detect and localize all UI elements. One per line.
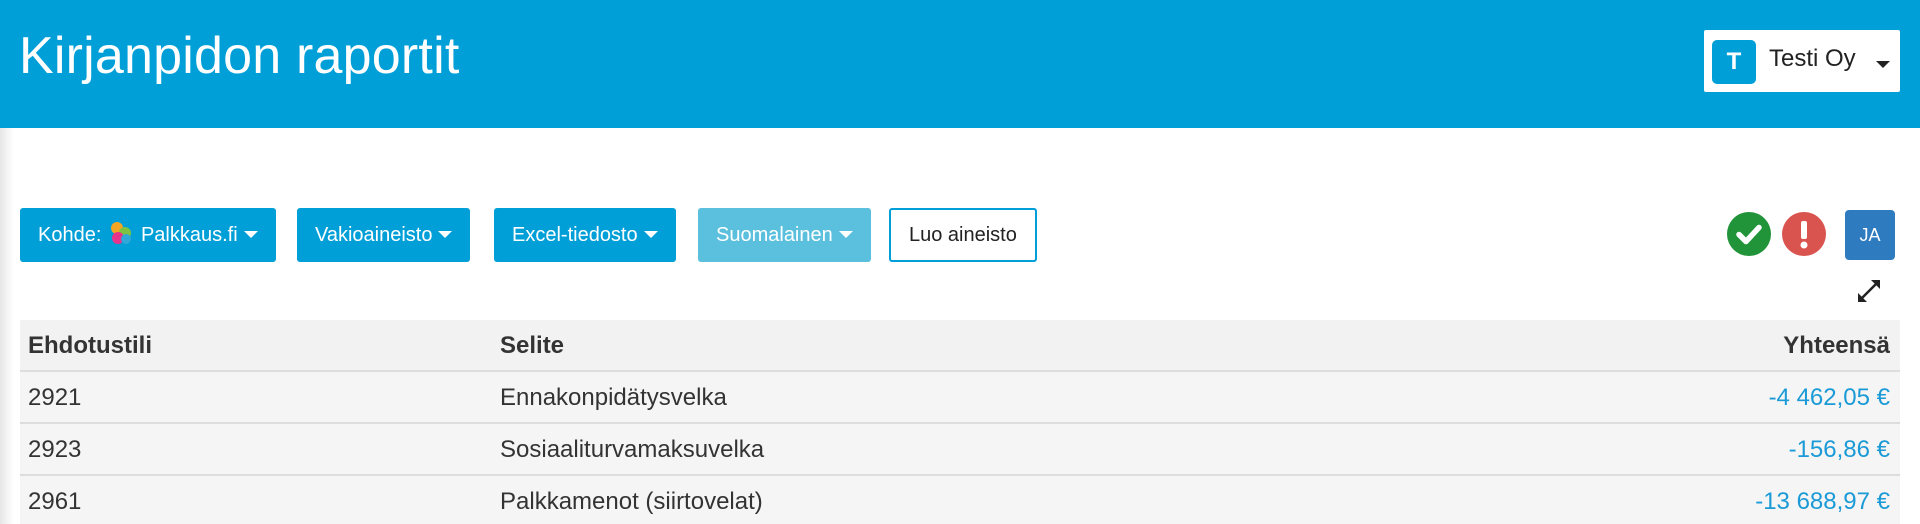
expand-icon[interactable] (1856, 278, 1882, 304)
chevron-down-icon (438, 231, 453, 239)
palkkaus-logo-icon (109, 221, 137, 247)
target-label: Kohde: (38, 224, 102, 246)
page-shadow (0, 128, 14, 524)
chevron-down-icon (643, 231, 658, 239)
exclamation-circle-icon[interactable] (1782, 212, 1826, 256)
account-cell: 2921 (28, 384, 82, 411)
company-avatar: T (1712, 40, 1756, 84)
standard-material-dropdown[interactable]: Vakioaineisto (297, 208, 471, 262)
chevron-down-icon (1876, 56, 1890, 74)
app-header: Kirjanpidon raportit T Testi Oy (0, 0, 1920, 128)
total-cell[interactable]: -13 688,97 € (1755, 476, 1890, 524)
language-label: Suomalainen (716, 224, 833, 246)
company-name: Testi Oy (1769, 45, 1856, 72)
total-cell[interactable]: -156,86 € (1789, 424, 1890, 476)
language-dropdown[interactable]: Suomalainen (698, 208, 871, 262)
standard-material-label: Vakioaineisto (315, 224, 433, 246)
description-cell: Sosiaaliturvamaksuvelka (500, 436, 765, 463)
column-header-total[interactable]: Yhteensä (1783, 320, 1890, 372)
chevron-down-icon (838, 231, 853, 239)
table-row: 2923 Sosiaaliturvamaksuvelka -156,86 € (20, 424, 1900, 476)
account-cell: 2923 (28, 436, 82, 463)
file-format-dropdown[interactable]: Excel-tiedosto (494, 208, 676, 262)
chevron-down-icon (243, 231, 258, 239)
target-value: Palkkaus.fi (140, 224, 238, 246)
description-cell: Palkkamenot (siirtovelat) (500, 488, 763, 515)
account-cell: 2961 (28, 488, 82, 515)
table-header-row: Ehdotustili Selite Yhteensä (20, 320, 1900, 372)
column-header-description[interactable]: Selite (500, 320, 564, 372)
company-selector[interactable]: T Testi Oy (1704, 30, 1900, 92)
create-material-button[interactable]: Luo aineisto (889, 208, 1037, 262)
report-table: Ehdotustili Selite Yhteensä 2921 Ennakon… (20, 320, 1900, 524)
target-dropdown-button[interactable]: Kohde: Palkkaus.fi (20, 208, 276, 262)
file-format-label: Excel-tiedosto (512, 224, 638, 246)
user-avatar[interactable]: JA (1845, 210, 1895, 260)
table-row: 2961 Palkkamenot (siirtovelat) -13 688,9… (20, 476, 1900, 524)
table-row: 2921 Ennakonpidätysvelka -4 462,05 € (20, 372, 1900, 424)
description-cell: Ennakonpidätysvelka (500, 384, 727, 411)
total-cell[interactable]: -4 462,05 € (1769, 372, 1890, 424)
page-title: Kirjanpidon raportit (19, 27, 460, 85)
check-circle-icon[interactable] (1727, 212, 1771, 256)
column-header-account[interactable]: Ehdotustili (28, 320, 152, 372)
